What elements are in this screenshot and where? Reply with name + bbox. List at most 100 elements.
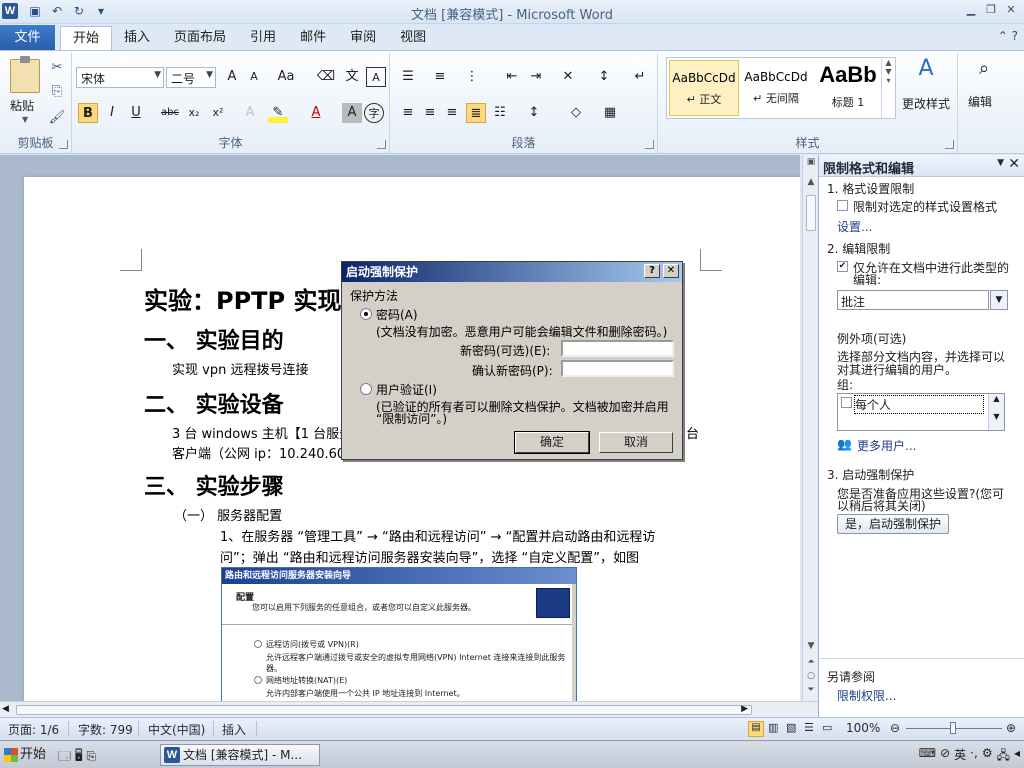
align-center-icon[interactable]: ≡ [420,103,440,123]
borders-icon[interactable]: ▦ [600,103,620,123]
prev-page-icon[interactable]: ⏶ [803,657,819,667]
align-right-icon[interactable]: ≡ [442,103,462,123]
tab-mailings[interactable]: 邮件 [288,26,338,50]
zoom-out-icon[interactable]: ⊖ [890,721,900,735]
font-launcher-icon[interactable] [377,140,386,149]
style-heading-1[interactable]: AaBb 标题 1 [813,60,883,116]
tab-page-layout[interactable]: 页面布局 [162,26,238,50]
increase-indent-icon[interactable]: ⇥ [526,67,546,87]
chinese-layout-icon[interactable]: ✕ [558,67,578,87]
keyboard-icon[interactable]: ⌨ [919,746,936,767]
insert-mode-indicator[interactable]: 插入 [222,721,246,738]
horizontal-scroll-thumb[interactable] [16,705,752,715]
scroll-left-icon[interactable]: ◀ [2,704,9,714]
horizontal-scrollbar[interactable]: ◀ ▶ [0,701,818,717]
styles-launcher-icon[interactable] [945,140,954,149]
justify-icon[interactable]: ≣ [466,103,486,123]
multilevel-list-icon[interactable]: ⋮ [462,67,482,87]
paste-button-label[interactable]: 粘贴 [10,97,34,114]
browse-object-icon[interactable]: ○ [803,671,819,681]
show-marks-icon[interactable]: ↵ [630,67,650,87]
editing-restriction-checkbox[interactable]: ✔ [837,261,848,272]
sort-icon[interactable]: ↕ [594,67,614,87]
ime-language[interactable]: 英 [954,746,966,767]
change-styles-label[interactable]: 更改样式 [902,95,950,112]
volume-icon[interactable]: ◂ [1014,746,1020,767]
word-count[interactable]: 字数: 799 [78,721,133,738]
next-page-icon[interactable]: ⏷ [803,685,819,695]
superscript-button[interactable]: x² [208,103,228,123]
find-binoculars-icon[interactable]: ⌕ [970,59,998,87]
phonetic-guide-icon[interactable]: 文 [342,67,362,87]
format-restriction-checkbox[interactable] [837,200,848,211]
confirm-password-input[interactable] [561,360,674,377]
ok-button[interactable]: 确定 [514,431,590,454]
help-icon[interactable]: ? [644,264,660,278]
tab-view[interactable]: 视图 [388,26,438,50]
shading-icon[interactable]: ◇ [566,103,586,123]
copy-icon[interactable]: ⎘ [48,83,66,101]
scroll-down-icon[interactable]: ▼ [803,641,819,651]
zoom-slider-thumb[interactable] [950,722,956,734]
strikethrough-button[interactable]: abc [160,103,180,123]
zoom-level[interactable]: 100% [846,721,880,735]
numbering-icon[interactable]: ≡ [430,67,450,87]
vertical-scroll-thumb[interactable] [806,195,816,231]
help-icon[interactable]: ⌃ ? [998,29,1018,43]
clipboard-launcher-icon[interactable] [59,140,68,149]
language-indicator[interactable]: 中文(中国) [148,721,205,738]
restrict-permission-link[interactable]: 限制权限... [837,687,896,704]
network-icon[interactable]: 🖧 [997,746,1010,767]
char-border-icon[interactable]: A [366,67,386,87]
font-color-icon[interactable]: A [306,103,326,123]
close-icon[interactable]: ✕ [663,264,679,278]
ime-settings-icon[interactable]: ⚙ [982,746,993,767]
line-spacing-icon[interactable]: ↕ [524,103,544,123]
more-users-link[interactable]: 更多用户... [857,437,916,454]
tab-home[interactable]: 开始 [60,26,113,50]
full-screen-view-icon[interactable]: ▥ [768,721,778,734]
bold-button[interactable]: B [78,103,98,123]
draft-view-icon[interactable]: ▭ [822,721,832,734]
font-size-combo[interactable]: 二号 ▼ [166,67,216,88]
group-everyone-label[interactable]: 每个人 [854,395,984,414]
decrease-indent-icon[interactable]: ⇤ [502,67,522,87]
user-auth-option-label[interactable]: 用户验证(I) [376,381,437,398]
group-everyone-checkbox[interactable] [841,397,852,408]
style-no-spacing[interactable]: AaBbCcDd ↵ 无间隔 [741,60,811,116]
change-case-icon[interactable]: Aa [276,67,296,87]
distributed-icon[interactable]: ☷ [490,103,510,123]
start-enforcing-button[interactable]: 是，启动强制保护 [837,514,949,534]
editing-label[interactable]: 编辑 [968,93,992,110]
subscript-button[interactable]: x₂ [184,103,204,123]
minimize-icon[interactable]: ▁ [962,2,980,18]
highlight-icon[interactable]: ✎ [268,103,288,123]
paragraph-launcher-icon[interactable] [645,140,654,149]
vertical-scrollbar[interactable]: ▣ ▲ ▼ ⏶ ○ ⏷ [802,155,818,701]
char-shading-icon[interactable]: A [342,103,362,123]
restore-icon[interactable]: ❐ [982,2,1000,18]
page-count[interactable]: 页面: 1/6 [8,721,59,738]
password-option-label[interactable]: 密码(A) [376,306,418,323]
align-left-icon[interactable]: ≡ [398,103,418,123]
outline-view-icon[interactable]: ☰ [804,721,814,734]
print-layout-view-icon[interactable]: ▤ [748,721,764,737]
font-name-combo[interactable]: 宋体 ▼ [76,67,164,88]
ruler-toggle-icon[interactable]: ▣ [803,157,819,167]
new-password-input[interactable] [561,340,674,357]
zoom-in-icon[interactable]: ⊕ [1006,721,1016,735]
format-settings-link[interactable]: 设置... [837,218,872,235]
shrink-font-icon[interactable]: A [244,67,264,87]
cut-icon[interactable]: ✂ [48,59,66,77]
enclose-char-icon[interactable]: 字 [364,103,384,123]
cancel-button[interactable]: 取消 [599,432,673,453]
style-normal[interactable]: AaBbCcDd ↵ 正文 [669,60,739,116]
pane-menu-icon[interactable]: ▼ [997,158,1004,168]
web-layout-view-icon[interactable]: ▧ [786,721,796,734]
paste-icon[interactable] [10,56,40,93]
italic-button[interactable]: I [102,103,122,123]
editing-type-select[interactable]: 批注 ▼ [837,290,1008,310]
ime-punct-icon[interactable]: ·, [970,746,978,767]
tab-insert[interactable]: 插入 [112,26,162,50]
tab-file[interactable]: 文件 [0,25,55,50]
